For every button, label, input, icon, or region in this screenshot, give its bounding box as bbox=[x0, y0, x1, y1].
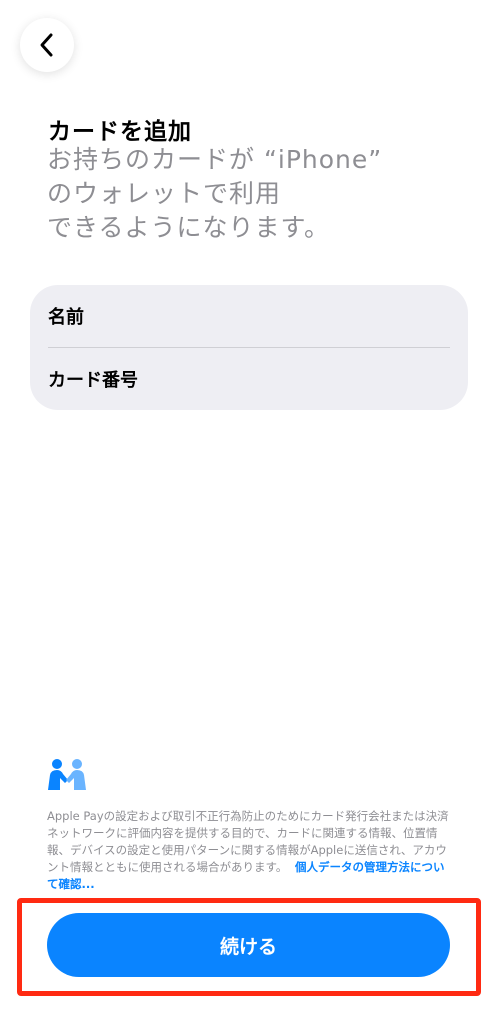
page-subtitle: お持ちのカードが “iPhone” のウォレットで利用 できるようになります。 bbox=[47, 145, 383, 242]
back-button[interactable] bbox=[20, 18, 74, 72]
card-number-field[interactable] bbox=[150, 363, 450, 395]
privacy-notice: Apple Payの設定および取引不正行為防止のためにカード発行会社または決済ネ… bbox=[47, 808, 452, 893]
card-number-row[interactable]: カード番号 bbox=[48, 348, 450, 410]
card-form: 名前 カード番号 bbox=[30, 285, 468, 410]
name-label: 名前 bbox=[48, 307, 84, 328]
page-title: カードを追加 bbox=[48, 119, 192, 145]
chevron-left-icon bbox=[40, 33, 53, 57]
name-field[interactable] bbox=[96, 300, 450, 332]
card-number-label: カード番号 bbox=[48, 370, 138, 391]
privacy-handshake-icon bbox=[48, 759, 86, 790]
continue-button[interactable]: 続ける bbox=[47, 913, 450, 977]
name-row[interactable]: 名前 bbox=[48, 285, 450, 348]
